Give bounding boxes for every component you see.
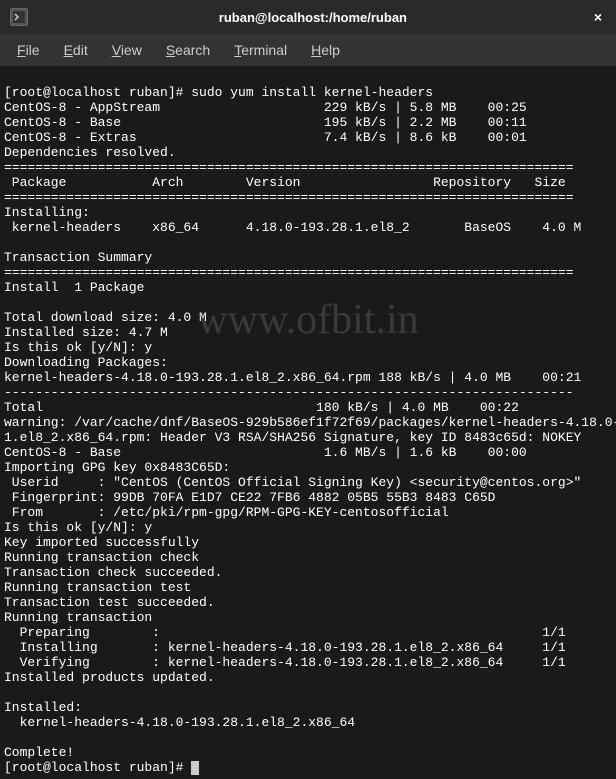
terminal-line: Is this ok [y/N]: y	[4, 520, 152, 535]
terminal-line: ========================================…	[4, 190, 574, 205]
terminal-line: Installing : kernel-headers-4.18.0-193.2…	[4, 640, 566, 655]
terminal-line: CentOS-8 - Extras 7.4 kB/s | 8.6 kB 00:0…	[4, 130, 527, 145]
terminal-line: Downloading Packages:	[4, 355, 168, 370]
terminal-line: Installed products updated.	[4, 670, 215, 685]
terminal-output[interactable]: [root@localhost ruban]# sudo yum install…	[0, 66, 616, 779]
terminal-line: ========================================…	[4, 160, 574, 175]
terminal-line: CentOS-8 - AppStream 229 kB/s | 5.8 MB 0…	[4, 100, 527, 115]
terminal-prompt: [root@localhost ruban]#	[4, 760, 191, 775]
terminal-line: kernel-headers x86_64 4.18.0-193.28.1.el…	[4, 220, 581, 235]
terminal-line: Complete!	[4, 745, 74, 760]
menu-terminal[interactable]: Terminal	[222, 36, 299, 64]
terminal-line: Dependencies resolved.	[4, 145, 176, 160]
terminal-line: Userid : "CentOS (CentOS Official Signin…	[4, 475, 581, 490]
terminal-line: [root@localhost ruban]# sudo yum install…	[4, 85, 433, 100]
terminal-line: Installed size: 4.7 M	[4, 325, 168, 340]
terminal-line: warning: /var/cache/dnf/BaseOS-929b586ef…	[4, 415, 616, 430]
window-title: ruban@localhost:/home/ruban	[36, 10, 590, 25]
terminal-line: Install 1 Package	[4, 280, 144, 295]
terminal-line: Installing:	[4, 205, 90, 220]
terminal-line: kernel-headers-4.18.0-193.28.1.el8_2.x86…	[4, 370, 581, 385]
menu-search[interactable]: Search	[154, 36, 222, 64]
terminal-line: Total download size: 4.0 M	[4, 310, 207, 325]
terminal-line: Transaction test succeeded.	[4, 595, 215, 610]
titlebar: ruban@localhost:/home/ruban ×	[0, 0, 616, 34]
terminal-line: CentOS-8 - Base 195 kB/s | 2.2 MB 00:11	[4, 115, 527, 130]
terminal-line: From : /etc/pki/rpm-gpg/RPM-GPG-KEY-cent…	[4, 505, 449, 520]
cursor	[191, 761, 199, 775]
menubar: File Edit View Search Terminal Help	[0, 34, 616, 66]
terminal-line: 1.el8_2.x86_64.rpm: Header V3 RSA/SHA256…	[4, 430, 581, 445]
terminal-line: Preparing : 1/1	[4, 625, 566, 640]
terminal-line: Total 180 kB/s | 4.0 MB 00:22	[4, 400, 519, 415]
terminal-line: CentOS-8 - Base 1.6 MB/s | 1.6 kB 00:00	[4, 445, 527, 460]
terminal-line: ----------------------------------------…	[4, 385, 574, 400]
terminal-icon	[10, 8, 28, 26]
terminal-line: Is this ok [y/N]: y	[4, 340, 152, 355]
terminal-line: kernel-headers-4.18.0-193.28.1.el8_2.x86…	[4, 715, 355, 730]
terminal-line: Verifying : kernel-headers-4.18.0-193.28…	[4, 655, 566, 670]
terminal-line: Installed:	[4, 700, 82, 715]
menu-edit[interactable]: Edit	[52, 36, 100, 64]
terminal-line: ========================================…	[4, 265, 574, 280]
menu-file[interactable]: File	[5, 36, 52, 64]
terminal-line: Running transaction check	[4, 550, 199, 565]
menu-help[interactable]: Help	[299, 36, 352, 64]
terminal-line: Running transaction	[4, 610, 152, 625]
terminal-line: Key imported successfully	[4, 535, 199, 550]
terminal-line: Fingerprint: 99DB 70FA E1D7 CE22 7FB6 48…	[4, 490, 495, 505]
close-icon[interactable]: ×	[590, 9, 606, 25]
terminal-line: Transaction check succeeded.	[4, 565, 222, 580]
terminal-line: Running transaction test	[4, 580, 191, 595]
terminal-line: Package Arch Version Repository Size	[4, 175, 566, 190]
terminal-line: Transaction Summary	[4, 250, 152, 265]
terminal-line: Importing GPG key 0x8483C65D:	[4, 460, 230, 475]
menu-view[interactable]: View	[100, 36, 154, 64]
